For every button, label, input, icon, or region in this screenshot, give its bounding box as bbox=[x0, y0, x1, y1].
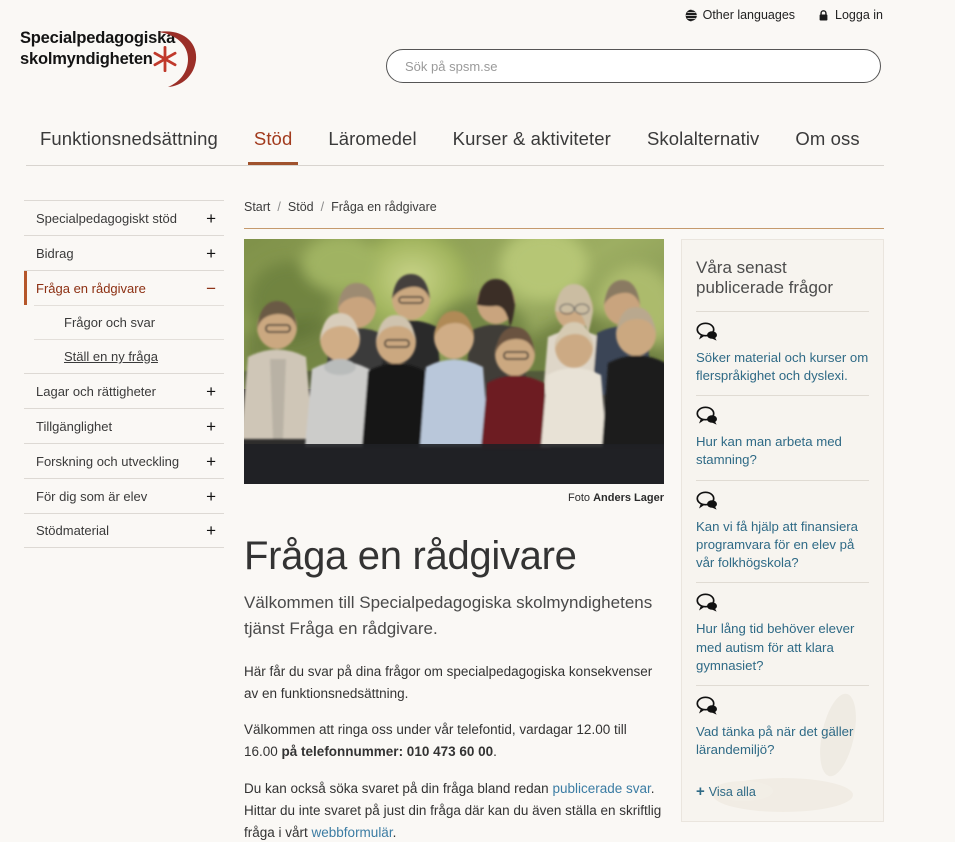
sidebar-item-tillganglighet[interactable]: Tillgänglighet + bbox=[24, 408, 224, 443]
sidebar-item-bidrag[interactable]: Bidrag + bbox=[24, 235, 224, 270]
utility-bar: Other languages Logga in bbox=[685, 8, 883, 22]
sidebar-item-forskning-och-utveckling[interactable]: Forskning och utveckling + bbox=[24, 443, 224, 478]
breadcrumb-separator: / bbox=[320, 200, 325, 214]
speech-bubbles-icon bbox=[696, 322, 869, 346]
star-crescent-logo-icon bbox=[138, 26, 202, 92]
question-item: Vad tänka på när det gäller lärandemiljö… bbox=[696, 684, 869, 769]
question-item: Hur kan man arbeta med stamning? bbox=[696, 395, 869, 479]
page-lede: Välkommen till Specialpedagogiska skolmy… bbox=[244, 593, 653, 639]
sidebar-item-for-dig-som-ar-elev[interactable]: För dig som är elev + bbox=[24, 478, 224, 513]
question-item: Kan vi få hjälp att finansiera programva… bbox=[696, 479, 869, 583]
collapse-minus-icon[interactable]: − bbox=[206, 280, 216, 297]
nav-item-funktionsnedsattning[interactable]: Funktionsnedsättning bbox=[26, 128, 236, 162]
speech-bubbles-icon bbox=[696, 406, 869, 430]
other-languages-link[interactable]: Other languages bbox=[685, 8, 795, 22]
sidebar-label: Tillgänglighet bbox=[36, 418, 113, 434]
web-form-link[interactable]: webbformulär bbox=[312, 825, 393, 840]
sidebar-item-stodmaterial[interactable]: Stödmaterial + bbox=[24, 513, 224, 548]
search-input[interactable] bbox=[386, 49, 881, 83]
p3-text-c: . bbox=[392, 824, 397, 840]
question-item: Söker material och kurser om flerspråkig… bbox=[696, 310, 869, 395]
sidebar-sublabel: Ställ en ny fråga bbox=[64, 349, 158, 364]
question-link[interactable]: Kan vi få hjälp att finansiera programva… bbox=[696, 518, 869, 573]
sidebar-item-specialpedagogiskt-stod[interactable]: Specialpedagogiskt stöd + bbox=[24, 200, 224, 235]
recent-questions-panel: Våra senast publicerade frågor Söker mat… bbox=[681, 239, 884, 822]
photo-credit: Foto Anders Lager bbox=[244, 484, 664, 504]
published-answers-link[interactable]: publicerade svar bbox=[552, 781, 650, 796]
sidebar-sublabel: Frågor och svar bbox=[64, 315, 156, 330]
plus-icon: + bbox=[696, 783, 705, 800]
main-content: Start / Stöd / Fråga en rådgivare Foto A… bbox=[244, 200, 884, 842]
paragraph-2: Välkommen att ringa oss under vår telefo… bbox=[244, 719, 664, 763]
speech-bubbles-icon bbox=[696, 696, 869, 720]
expand-plus-icon[interactable]: + bbox=[206, 245, 216, 262]
hero-photo bbox=[244, 239, 664, 484]
sidebar-item-lagar-och-rattigheter[interactable]: Lagar och rättigheter + bbox=[24, 373, 224, 408]
login-link[interactable]: Logga in bbox=[817, 8, 883, 22]
expand-plus-icon[interactable]: + bbox=[206, 522, 216, 539]
sidebar-subitem-fragor-och-svar[interactable]: Frågor och svar bbox=[34, 305, 224, 339]
page-root: Other languages Logga in Specialpedagogi… bbox=[0, 0, 955, 842]
expand-plus-icon[interactable]: + bbox=[206, 210, 216, 227]
sidebar-label: Stödmaterial bbox=[36, 523, 109, 538]
breadcrumb-item-stod[interactable]: Stöd bbox=[288, 200, 314, 214]
login-label: Logga in bbox=[835, 8, 883, 22]
question-link[interactable]: Hur kan man arbeta med stamning? bbox=[696, 433, 869, 469]
expand-plus-icon[interactable]: + bbox=[206, 383, 216, 400]
nav-item-skolalternativ[interactable]: Skolalternativ bbox=[629, 128, 777, 162]
speech-bubbles-icon bbox=[696, 491, 869, 515]
sidebar-label: Lagar och rättigheter bbox=[36, 383, 156, 399]
sidebar-label: Fråga en rådgivare bbox=[36, 280, 146, 296]
p2-phone-bold: på telefonnummer: 010 473 60 00 bbox=[281, 744, 494, 760]
question-item: Hur lång tid behöver elever med autism f… bbox=[696, 582, 869, 685]
page-title: Fråga en rådgivare bbox=[244, 534, 577, 578]
nav-item-laromedel[interactable]: Läromedel bbox=[310, 128, 434, 162]
sidebar-label: Bidrag bbox=[36, 245, 74, 261]
nav-item-om-oss[interactable]: Om oss bbox=[777, 128, 877, 162]
sidebar-label: Specialpedagogiskt stöd bbox=[36, 210, 177, 226]
nav-item-stod[interactable]: Stöd bbox=[236, 128, 310, 166]
left-sidebar: Specialpedagogiskt stöd + Bidrag + Fråga… bbox=[24, 200, 224, 548]
breadcrumb-item-start[interactable]: Start bbox=[244, 200, 270, 214]
sidebar-label: Forskning och utveckling bbox=[36, 453, 180, 469]
nav-item-kurser-aktiviteter[interactable]: Kurser & aktiviteter bbox=[435, 128, 629, 162]
paragraph-3: Du kan också söka svaret på din fråga bl… bbox=[244, 778, 664, 842]
p2-text-b: . bbox=[493, 744, 497, 760]
expand-plus-icon[interactable]: + bbox=[206, 488, 216, 505]
breadcrumb-separator: / bbox=[277, 200, 281, 214]
breadcrumb-divider bbox=[244, 228, 884, 229]
photo-credit-prefix: Foto bbox=[568, 492, 594, 504]
sidebar-label: För dig som är elev bbox=[36, 488, 148, 504]
nav-divider bbox=[26, 165, 884, 166]
breadcrumb: Start / Stöd / Fråga en rådgivare bbox=[244, 200, 884, 228]
breadcrumb-item-current: Fråga en rådgivare bbox=[331, 200, 437, 214]
question-link[interactable]: Vad tänka på när det gäller lärandemiljö… bbox=[696, 723, 869, 759]
question-link[interactable]: Söker material och kurser om flerspråkig… bbox=[696, 349, 869, 385]
sidebar-subitem-stall-en-ny-fraga[interactable]: Ställ en ny fråga bbox=[34, 339, 224, 373]
expand-plus-icon[interactable]: + bbox=[206, 453, 216, 470]
expand-plus-icon[interactable]: + bbox=[206, 418, 216, 435]
speech-bubbles-icon bbox=[696, 593, 869, 617]
question-link[interactable]: Hur lång tid behöver elever med autism f… bbox=[696, 620, 869, 675]
photo-credit-name: Anders Lager bbox=[593, 492, 664, 504]
paragraph-1: Här får du svar på dina frågor om specia… bbox=[244, 663, 653, 701]
show-all-questions-link[interactable]: + Visa alla bbox=[696, 784, 756, 799]
sidebar-item-fraga-en-radgivare[interactable]: Fråga en rådgivare − bbox=[24, 270, 224, 305]
main-navigation: Funktionsnedsättning Stöd Läromedel Kurs… bbox=[26, 128, 884, 166]
panel-title: Våra senast publicerade frågor bbox=[696, 258, 834, 298]
other-languages-label: Other languages bbox=[702, 8, 796, 22]
globe-icon bbox=[685, 8, 701, 22]
show-all-label: Visa alla bbox=[708, 784, 756, 799]
p3-text-a: Du kan också söka svaret på din fråga bl… bbox=[244, 781, 553, 797]
lock-icon bbox=[817, 9, 830, 22]
